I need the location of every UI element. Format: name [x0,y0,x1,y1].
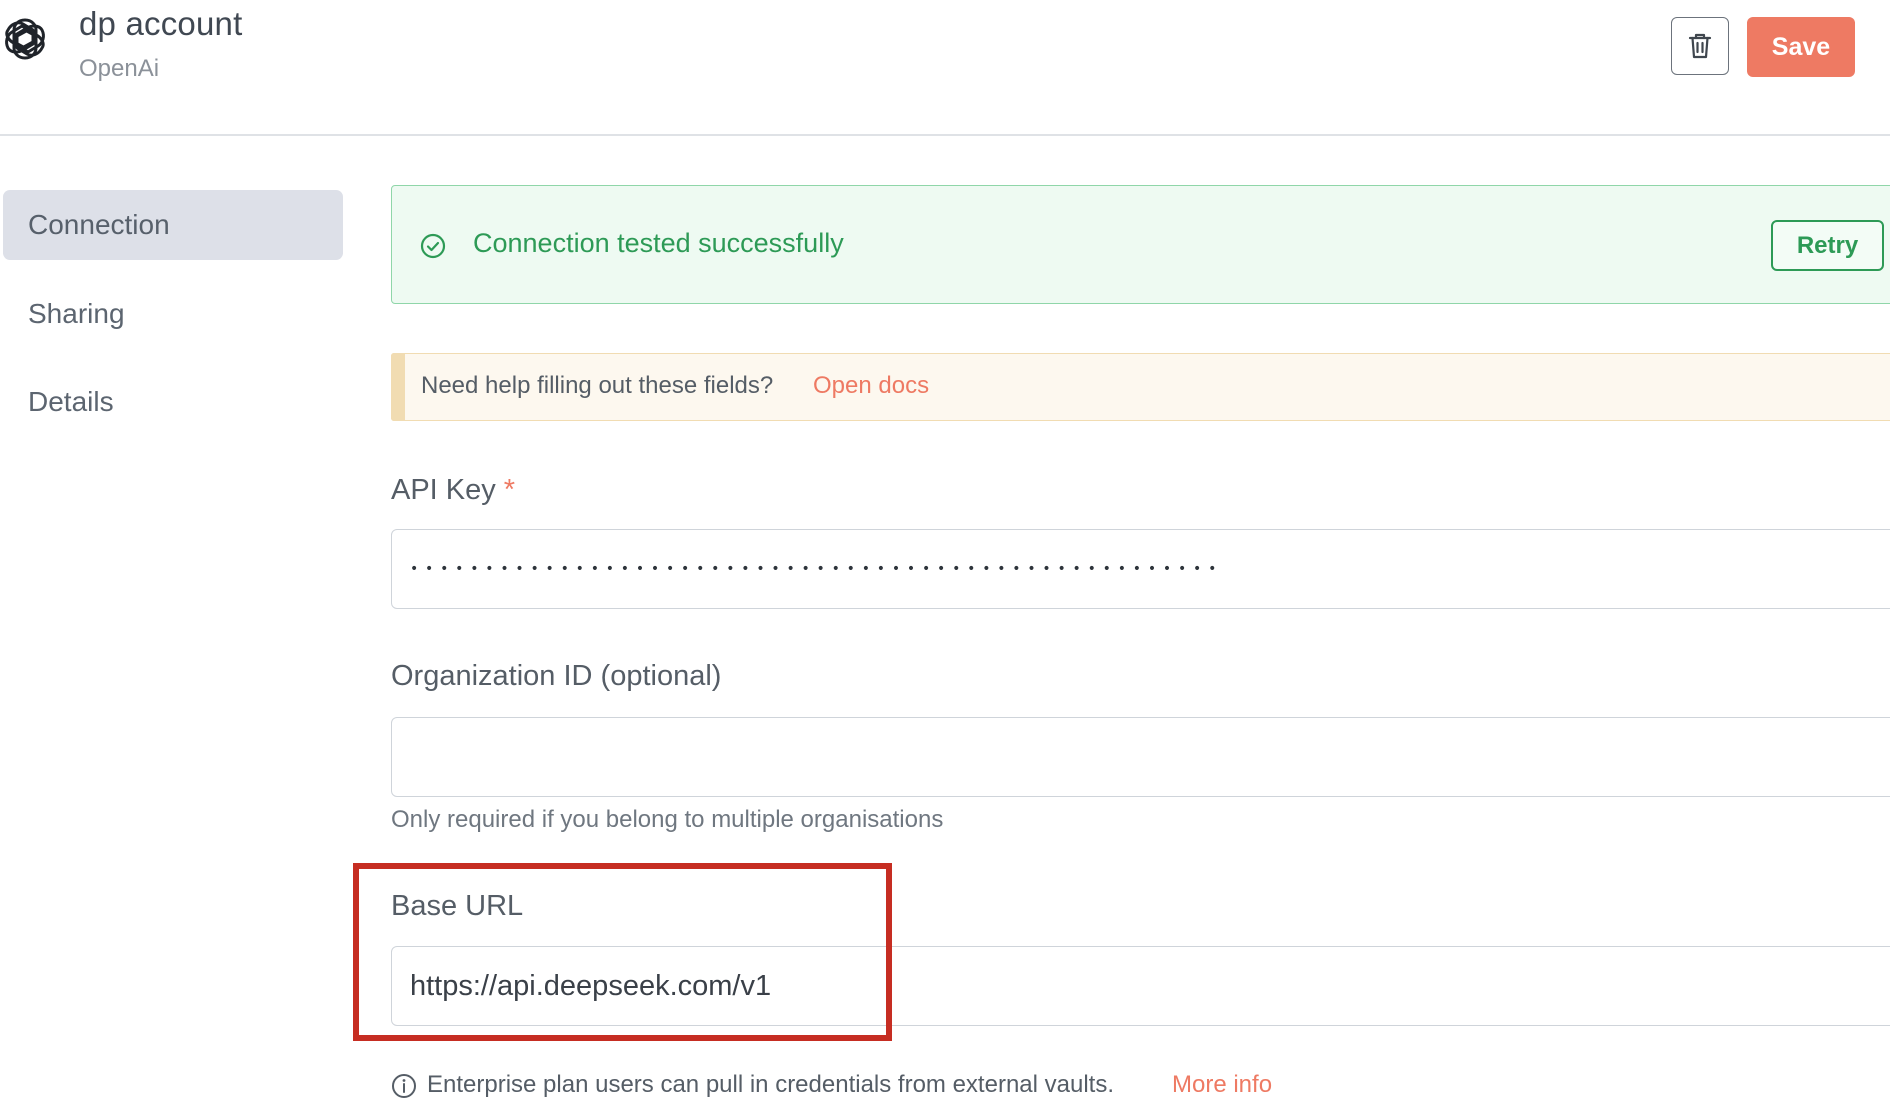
header-divider [0,134,1890,136]
api-key-masked-value: ••••••••••••••••••••••••••••••••••••••••… [410,561,1224,577]
openai-logo-icon [2,16,48,62]
delete-button[interactable] [1671,17,1729,75]
open-docs-link[interactable]: Open docs [813,372,929,400]
sidebar-item-connection[interactable]: Connection [3,190,343,260]
enterprise-note-text: Enterprise plan users can pull in creden… [427,1071,1114,1098]
check-circle-icon [420,233,446,259]
sidebar-item-sharing[interactable]: Sharing [3,279,343,349]
more-info-link[interactable]: More info [1172,1071,1272,1099]
help-banner-accent [391,353,405,421]
info-circle-icon [391,1073,417,1099]
highlight-annotation [353,863,892,1041]
sidebar-item-details[interactable]: Details [3,367,343,437]
credential-title: dp account [79,5,243,42]
save-button[interactable]: Save [1747,17,1855,77]
organization-id-label: Organization ID (optional) [391,660,722,692]
retry-button[interactable]: Retry [1771,220,1884,271]
connection-status-message: Connection tested successfully [473,228,844,258]
organization-id-hint: Only required if you belong to multiple … [391,806,944,833]
api-key-label: API Key * [391,474,515,507]
api-key-label-text: API Key [391,474,496,506]
trash-icon [1688,33,1712,59]
help-text: Need help filling out these fields? [421,372,774,399]
required-marker: * [503,474,516,506]
api-key-input[interactable]: ••••••••••••••••••••••••••••••••••••••••… [391,529,1890,609]
organization-id-input[interactable] [391,717,1890,797]
credential-type: OpenAi [79,55,160,82]
